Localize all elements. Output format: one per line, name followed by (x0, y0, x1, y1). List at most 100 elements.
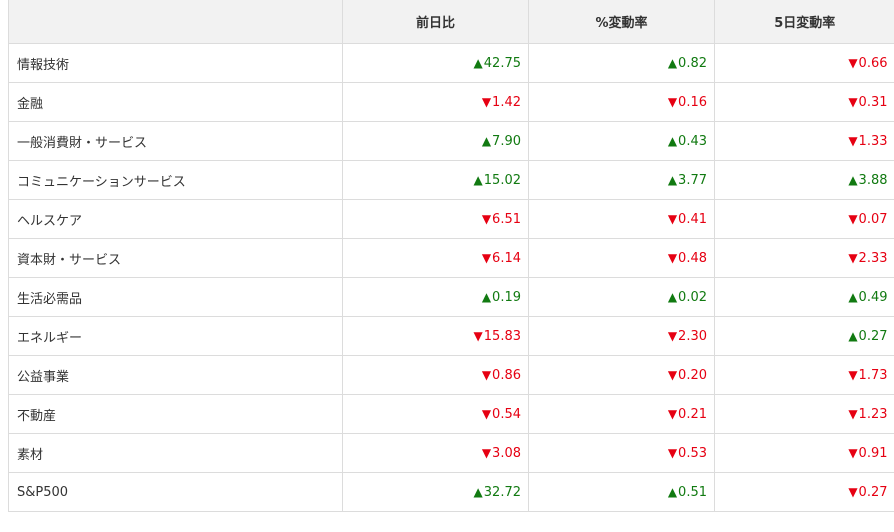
sector-name: 生活必需品 (8, 277, 343, 317)
pct-change-cell: ▲0.82 (528, 43, 715, 83)
pct-value: ▼0.48 (668, 251, 707, 266)
numeric-text: 0.82 (678, 55, 707, 71)
numeric-text: 3.77 (678, 172, 707, 188)
pct-5day-cell: ▼0.07 (714, 199, 894, 239)
change-cell: ▼1.42 (342, 82, 529, 122)
numeric-text: 0.21 (678, 406, 707, 422)
pct-value: ▼0.53 (668, 446, 707, 461)
pct-value: ▲3.77 (668, 173, 707, 188)
change-value: ▼3.08 (482, 446, 521, 461)
sector-name: コミュニケーションサービス (8, 160, 343, 200)
triangle-down-icon: ▼ (848, 250, 858, 265)
pct-5day-cell: ▼0.66 (714, 43, 894, 83)
sector-name: ヘルスケア (8, 199, 343, 239)
numeric-text: 7.90 (492, 133, 521, 149)
numeric-text: 3.88 (858, 172, 888, 188)
table-row: S&P500 ▲32.72 ▲0.51 ▼0.27 (8, 472, 894, 512)
numeric-text: 0.91 (858, 445, 888, 461)
change-cell: ▲0.19 (342, 277, 529, 317)
triangle-down-icon: ▼ (848, 133, 858, 148)
triangle-down-icon: ▼ (667, 445, 678, 460)
pct5d-value: ▼0.27 (848, 485, 887, 500)
triangle-up-icon: ▲ (473, 55, 483, 70)
numeric-text: 0.49 (858, 289, 888, 305)
numeric-text: 0.86 (492, 367, 521, 383)
triangle-down-icon: ▼ (848, 484, 858, 499)
numeric-text: 0.51 (678, 484, 707, 500)
table-body: 情報技術 ▲42.75 ▲0.82 ▼0.66 金融 ▼1.42 ▼0.16 ▼0.31 一般消… (8, 43, 894, 512)
pct5d-value: ▲0.49 (848, 290, 887, 305)
header-change: 前日比 (342, 0, 529, 44)
triangle-up-icon: ▲ (848, 289, 858, 304)
pct-5day-cell: ▼1.23 (714, 394, 894, 434)
triangle-down-icon: ▼ (667, 328, 678, 343)
sector-name: 公益事業 (8, 355, 343, 395)
pct5d-value: ▼1.73 (848, 368, 887, 383)
pct-change-cell: ▼0.21 (528, 394, 715, 434)
triangle-up-icon: ▲ (667, 172, 678, 187)
triangle-down-icon: ▼ (848, 367, 858, 382)
table-row: エネルギー ▼15.83 ▼2.30 ▲0.27 (8, 316, 894, 356)
pct-change-cell: ▲0.51 (528, 472, 715, 512)
triangle-up-icon: ▲ (481, 133, 492, 148)
numeric-text: 2.33 (858, 250, 888, 266)
pct-value: ▼0.41 (668, 212, 707, 227)
table-row: 生活必需品 ▲0.19 ▲0.02 ▲0.49 (8, 277, 894, 317)
table-row: 公益事業 ▼0.86 ▼0.20 ▼1.73 (8, 355, 894, 395)
change-cell: ▼6.51 (342, 199, 529, 239)
sector-name: 不動産 (8, 394, 343, 434)
triangle-down-icon: ▼ (848, 55, 858, 70)
header-pct-change: %変動率 (528, 0, 715, 44)
pct5d-value: ▼0.31 (848, 95, 887, 110)
table-row: 不動産 ▼ 0.54 ▼0.21 ▼1.23 (8, 394, 894, 434)
numeric-text: 0.54 (492, 406, 521, 422)
triangle-down-icon: ▼ (667, 367, 678, 382)
change-cell: ▲42.75 (342, 43, 529, 83)
numeric-text: 15.02 (483, 172, 521, 188)
table-row: 金融 ▼1.42 ▼0.16 ▼0.31 (8, 82, 894, 122)
table-row: ヘルスケア ▼6.51 ▼0.41 ▼0.07 (8, 199, 894, 239)
triangle-down-icon: ▼ (848, 406, 858, 421)
change-cell: ▼15.83 (342, 316, 529, 356)
change-value: ▼6.14 (482, 251, 521, 266)
pct-value: ▲0.02 (668, 290, 707, 305)
change-cell: ▼6.14 (342, 238, 529, 278)
triangle-down-icon: ▼ (667, 250, 678, 265)
numeric-text: 0.20 (678, 367, 707, 383)
pct-change-cell: ▲0.02 (528, 277, 715, 317)
pct-value: ▼0.16 (668, 95, 707, 110)
pct-value: ▲0.43 (668, 134, 707, 149)
numeric-text: 0.48 (678, 250, 707, 266)
change-value: ▲32.72 (474, 485, 521, 500)
numeric-text: 1.42 (492, 94, 521, 110)
triangle-up-icon: ▲ (848, 328, 858, 343)
pct-5day-cell: ▼2.33 (714, 238, 894, 278)
change-value: ▲42.75 (474, 56, 521, 71)
pct-5day-cell: ▲0.49 (714, 277, 894, 317)
change-value: ▼15.83 (474, 329, 521, 344)
pct5d-value: ▲3.88 (848, 173, 887, 188)
header-sector (8, 0, 343, 44)
pct5d-value: ▼2.33 (848, 251, 887, 266)
triangle-up-icon: ▲ (667, 484, 678, 499)
change-value: ▼6.51 (482, 212, 521, 227)
pct-change-cell: ▼0.20 (528, 355, 715, 395)
numeric-text: 32.72 (483, 484, 521, 500)
change-cell: ▲32.72 (342, 472, 529, 512)
triangle-down-icon: ▼ (481, 367, 492, 382)
pct-5day-cell: ▼1.33 (714, 121, 894, 161)
triangle-down-icon: ▼ (481, 94, 492, 109)
sector-name: 情報技術 (8, 43, 343, 83)
numeric-text: 42.75 (483, 55, 521, 71)
pct5d-value: ▼1.23 (848, 407, 887, 422)
numeric-text: 3.08 (492, 445, 521, 461)
change-value: ▼1.42 (482, 95, 521, 110)
numeric-text: 6.51 (492, 211, 521, 227)
pct-5day-cell: ▼0.31 (714, 82, 894, 122)
table-row: 情報技術 ▲42.75 ▲0.82 ▼0.66 (8, 43, 894, 83)
numeric-text: 0.31 (858, 94, 888, 110)
change-cell: ▲15.02 (342, 160, 529, 200)
pct-change-cell: ▼0.16 (528, 82, 715, 122)
numeric-text: 2.30 (678, 328, 707, 344)
pct-change-cell: ▼0.53 (528, 433, 715, 473)
